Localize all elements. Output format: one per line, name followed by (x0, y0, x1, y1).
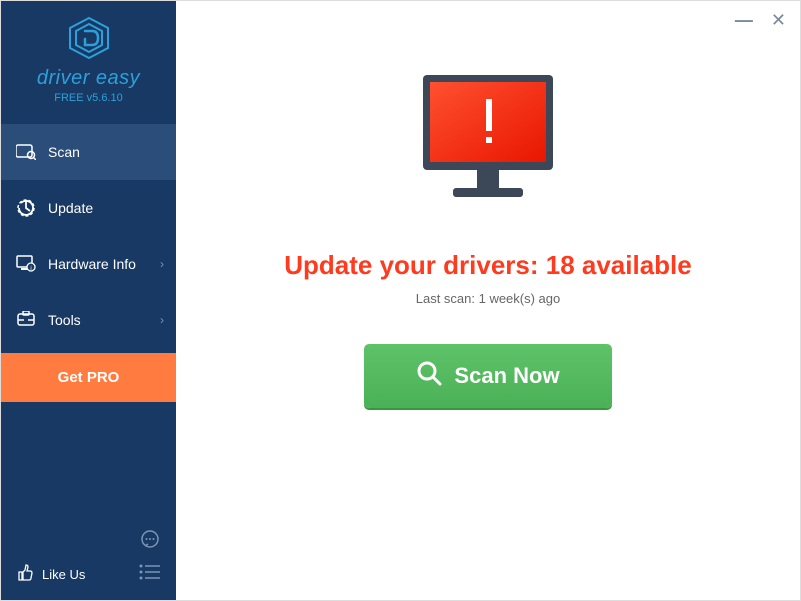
feedback-icon[interactable] (139, 529, 161, 556)
thumbs-up-icon (16, 564, 34, 585)
minimize-button[interactable]: — (735, 11, 753, 29)
scan-now-button[interactable]: Scan Now (364, 344, 611, 408)
nav-item-scan[interactable]: Scan (1, 124, 176, 180)
nav-label-hardware-info: Hardware Info (48, 256, 136, 272)
like-us-button[interactable]: Like Us (16, 564, 85, 585)
nav-label-tools: Tools (48, 312, 81, 328)
scan-icon (16, 142, 36, 162)
nav-item-hardware-info[interactable]: i Hardware Info › (1, 236, 176, 292)
app-window: driver easy FREE v5.6.10 Scan Update i (0, 0, 801, 601)
monitor-alert-icon (403, 67, 573, 222)
nav-item-tools[interactable]: Tools › (1, 292, 176, 348)
version-label: FREE v5.6.10 (1, 92, 176, 104)
like-us-label: Like Us (42, 567, 85, 582)
headline: Update your drivers: 18 available (284, 250, 692, 281)
search-icon (416, 360, 442, 392)
nav-item-update[interactable]: Update (1, 180, 176, 236)
get-pro-label: Get PRO (58, 369, 120, 386)
hardware-info-icon: i (16, 254, 36, 274)
content: Update your drivers: 18 available Last s… (176, 29, 800, 600)
svg-text:i: i (30, 266, 31, 272)
get-pro-button[interactable]: Get PRO (1, 353, 176, 402)
tools-icon (16, 310, 36, 330)
chevron-right-icon: › (160, 313, 164, 327)
sidebar-bottom: Like Us (1, 519, 176, 600)
nav-label-scan: Scan (48, 144, 80, 160)
logo-area: driver easy FREE v5.6.10 (1, 1, 176, 114)
window-controls: — ✕ (176, 1, 800, 29)
chevron-right-icon: › (160, 257, 164, 271)
nav: Scan Update i Hardware Info › Tools (1, 124, 176, 348)
sidebar: driver easy FREE v5.6.10 Scan Update i (1, 1, 176, 600)
scan-now-label: Scan Now (454, 363, 559, 389)
last-scan-label: Last scan: 1 week(s) ago (416, 291, 561, 306)
brand-logo-icon (64, 16, 114, 65)
menu-icon[interactable] (139, 564, 161, 585)
nav-label-update: Update (48, 200, 93, 216)
close-button[interactable]: ✕ (771, 11, 786, 29)
main-panel: — ✕ Update your drivers: 18 available La… (176, 1, 800, 600)
update-icon (16, 198, 36, 218)
spacer (1, 402, 176, 519)
brand-name: driver easy (1, 67, 176, 90)
